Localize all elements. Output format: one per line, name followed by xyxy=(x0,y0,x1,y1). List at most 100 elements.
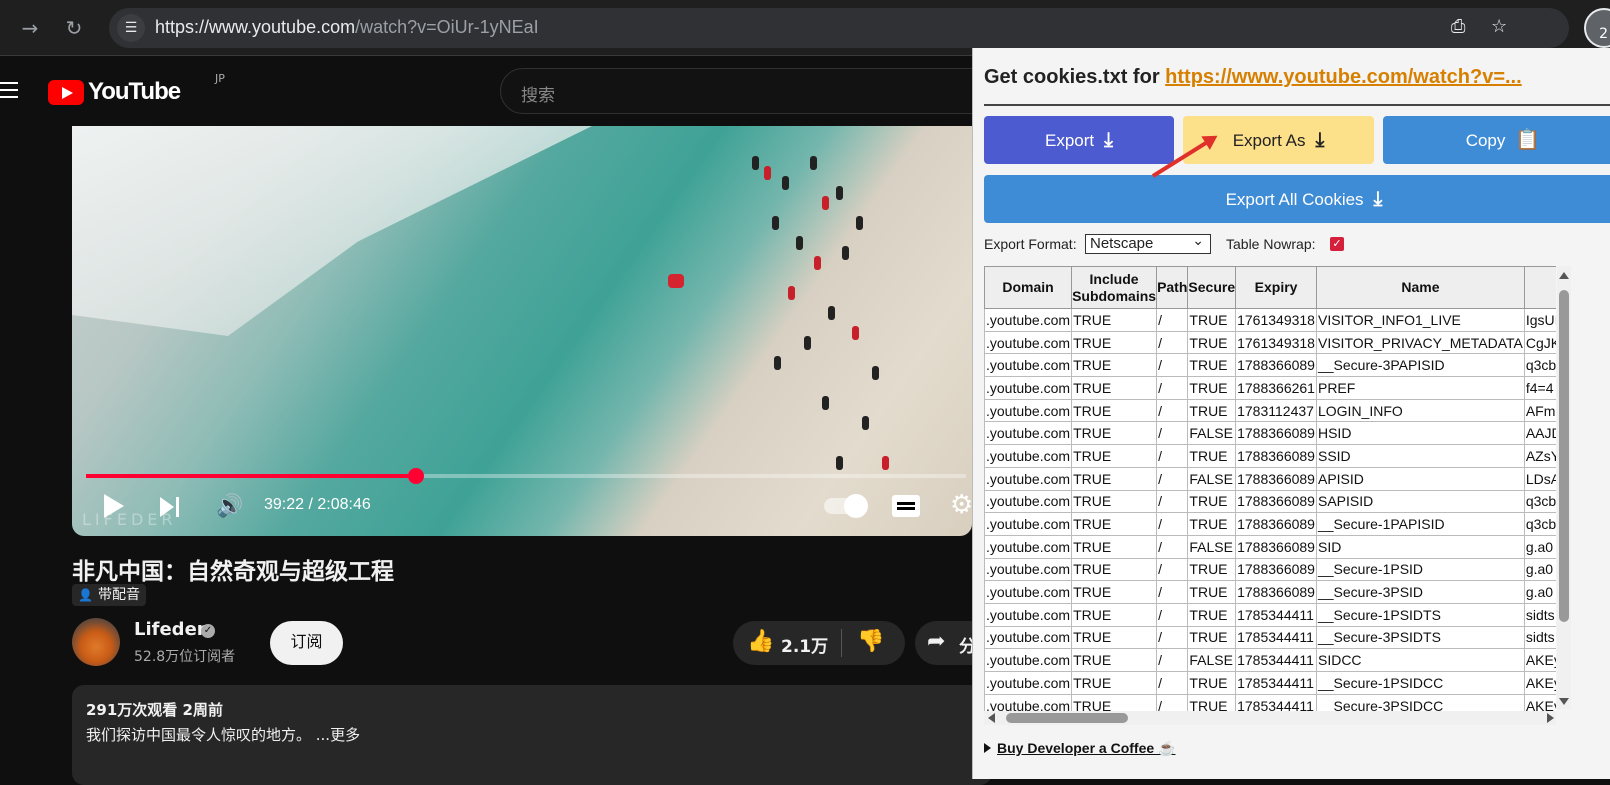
cell-name: APISID xyxy=(1315,466,1525,491)
export-format-select[interactable]: Netscape xyxy=(1085,231,1211,254)
progress-bar[interactable] xyxy=(86,468,966,484)
copy-button[interactable]: Copy 📋 xyxy=(1383,116,1610,164)
cell-secure: FALSE xyxy=(1187,648,1237,672)
popup-heading-prefix: Get cookies.txt for xyxy=(984,66,1166,88)
table-nowrap-checkbox[interactable]: ✓ xyxy=(1330,237,1344,251)
cell-path: / xyxy=(1156,466,1189,491)
cell-domain: .youtube.com xyxy=(984,330,1073,355)
header-col-include-subdomains: Include Subdomains xyxy=(1071,266,1158,309)
cell-name: __Secure-1PSIDTS xyxy=(1315,602,1525,627)
cell-path: / xyxy=(1156,489,1189,514)
cell-domain: .youtube.com xyxy=(984,625,1073,650)
cell-include-subdomains: TRUE xyxy=(1071,353,1158,378)
url-path: /watch?v=OiUr-1yNEaI xyxy=(355,17,539,37)
cell-secure: TRUE xyxy=(1187,398,1237,423)
verified-icon: ✓ xyxy=(201,624,215,638)
channel-name[interactable]: Lifeder xyxy=(134,619,206,640)
volume-icon[interactable]: 🔊 xyxy=(216,494,243,519)
cell-path: / xyxy=(1156,625,1189,650)
cell-secure: FALSE xyxy=(1187,421,1237,446)
cell-name: LOGIN_INFO xyxy=(1315,398,1525,423)
like-count[interactable]: 2.1万 xyxy=(781,632,828,657)
cell-value: g.a0 xyxy=(1523,557,1556,582)
view-meta: 291万次观看 2周前 xyxy=(86,701,223,719)
description-text: 我们探访中国最令人惊叹的地方。 ...更多 xyxy=(86,726,361,744)
autoplay-toggle[interactable] xyxy=(824,494,868,518)
progress-scrubber[interactable] xyxy=(408,468,424,484)
play-icon[interactable] xyxy=(104,494,124,518)
cell-path: / xyxy=(1156,308,1189,332)
cell-expiry: 1761349318 xyxy=(1235,308,1317,332)
subtitles-icon[interactable] xyxy=(892,495,920,517)
table-row: .youtube.comTRUE/TRUE1788366089SSIDAZsY xyxy=(984,444,1556,468)
cell-domain: .youtube.com xyxy=(984,308,1073,332)
heading-divider xyxy=(984,104,1610,106)
header-col-expiry: Expiry xyxy=(1235,266,1317,309)
cell-value: q3cb xyxy=(1523,353,1556,378)
buy-coffee-link[interactable]: Buy Developer a Coffee ☕ xyxy=(997,740,1175,756)
cell-name: __Secure-3PSIDCC xyxy=(1315,693,1525,711)
cell-expiry: 1788366089 xyxy=(1235,534,1317,559)
video-title: 非凡中国：自然奇观与超级工程 xyxy=(72,559,394,585)
cell-path: / xyxy=(1156,648,1189,672)
cell-expiry: 1788366089 xyxy=(1235,489,1317,514)
site-settings-icon[interactable]: ☰ xyxy=(117,14,145,42)
cell-name: SAPISID xyxy=(1315,489,1525,514)
cell-value: CgJK xyxy=(1523,330,1556,355)
cell-expiry: 1783112437 xyxy=(1235,398,1317,423)
cell-domain: .youtube.com xyxy=(984,421,1073,446)
cell-domain: .youtube.com xyxy=(984,671,1073,695)
cell-expiry: 1788366089 xyxy=(1235,353,1317,378)
thumbs-down-icon[interactable]: 👎 xyxy=(857,629,884,654)
description-box[interactable]: 291万次观看 2周前 我们探访中国最令人惊叹的地方。 ...更多 xyxy=(72,685,992,785)
popup-heading-link[interactable]: https://www.youtube.com/watch?v=... xyxy=(1165,66,1522,88)
vertical-scrollbar[interactable] xyxy=(1557,266,1571,709)
clipboard-icon: 📋 xyxy=(1515,129,1541,151)
cell-name: VISITOR_PRIVACY_METADATA xyxy=(1315,330,1525,355)
cell-value: f4=4 xyxy=(1523,376,1556,400)
channel-avatar[interactable] xyxy=(72,618,120,666)
video-player[interactable]: LIFEDER 🔊 39:22 / 2:08:46 ⚙ xyxy=(72,126,972,536)
region-code: JP xyxy=(215,72,225,85)
address-url[interactable]: https://www.youtube.com/watch?v=OiUr-1yN… xyxy=(155,17,539,38)
profile-avatar[interactable]: 2 xyxy=(1584,8,1610,48)
scroll-right-icon[interactable] xyxy=(1547,713,1554,723)
header-col-path: Path xyxy=(1156,266,1189,309)
reload-icon[interactable]: ↻ xyxy=(60,14,88,42)
cell-include-subdomains: TRUE xyxy=(1071,512,1158,536)
cell-name: HSID xyxy=(1315,421,1525,446)
table-row: .youtube.comTRUE/FALSE1788366089HSIDAAJD xyxy=(984,421,1556,446)
header-col-value xyxy=(1523,266,1556,309)
subscribe-button[interactable]: 订阅 xyxy=(270,621,343,665)
dub-badge[interactable]: 带配音 xyxy=(72,584,146,606)
cookie-table: Domain Include Subdomains Path Secure Expiry… xyxy=(984,266,1556,711)
address-bar[interactable]: ☰ https://www.youtube.com/watch?v=OiUr-1… xyxy=(109,8,1569,48)
scroll-left-icon[interactable] xyxy=(988,713,995,723)
coffee-details[interactable]: Buy Developer a Coffee ☕ xyxy=(984,740,1175,757)
cookies-extension-popup: Get cookies.txt for https://www.youtube.… xyxy=(972,48,1610,779)
vertical-scroll-thumb[interactable] xyxy=(1559,290,1569,622)
forward-icon[interactable]: → xyxy=(16,14,44,42)
horizontal-scroll-thumb[interactable] xyxy=(1006,713,1128,723)
next-icon[interactable] xyxy=(160,496,182,518)
cookie-table-container[interactable]: Domain Include Subdomains Path Secure Expiry… xyxy=(984,266,1556,711)
star-icon[interactable]: ☆ xyxy=(1491,16,1507,37)
export-all-cookies-button[interactable]: Export All Cookies ⤓ xyxy=(984,175,1610,223)
export-button[interactable]: Export ⤓ xyxy=(984,116,1174,164)
cell-value: AAJD xyxy=(1523,421,1556,446)
gear-icon[interactable]: ⚙ xyxy=(950,490,972,520)
scroll-down-icon[interactable] xyxy=(1559,698,1569,705)
export-label: Export xyxy=(1045,131,1095,150)
horizontal-scrollbar[interactable] xyxy=(984,711,1556,725)
scroll-up-icon[interactable] xyxy=(1559,272,1569,279)
cell-expiry: 1785344411 xyxy=(1235,648,1317,672)
search-input[interactable]: 搜索 xyxy=(500,68,1000,114)
thumbs-up-icon[interactable]: 👍 xyxy=(747,629,774,654)
table-row: .youtube.com TRUE / TRUE 1785344411 __Secure-… xyxy=(984,693,1556,711)
cell-value: g.a0 xyxy=(1523,534,1556,559)
hamburger-menu-icon[interactable] xyxy=(0,82,18,100)
header-col-domain: Domain xyxy=(984,266,1073,309)
install-icon[interactable]: ⎙ xyxy=(1451,16,1465,37)
cell-domain: .youtube.com xyxy=(984,693,1073,711)
copy-label: Copy xyxy=(1465,131,1506,150)
